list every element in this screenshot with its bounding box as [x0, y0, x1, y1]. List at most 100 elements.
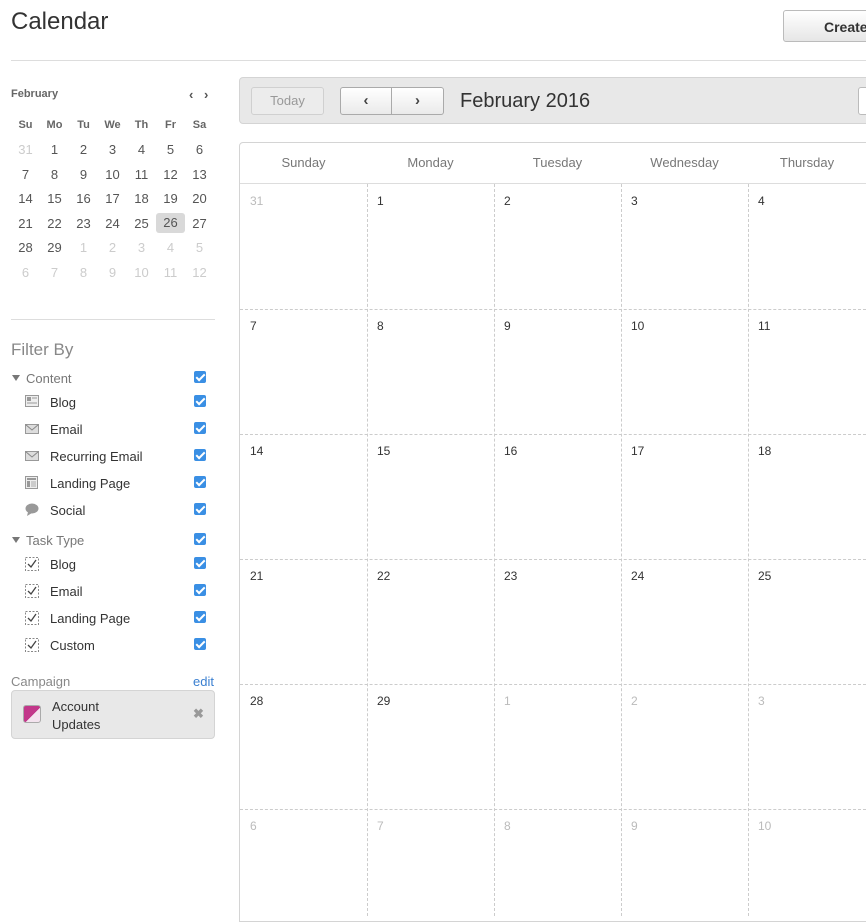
mini-day[interactable]: 2 — [98, 240, 127, 255]
mini-day[interactable]: 27 — [185, 216, 214, 231]
filter-checkbox[interactable] — [194, 476, 206, 488]
mini-day[interactable]: 17 — [98, 191, 127, 206]
mini-day[interactable]: 15 — [40, 191, 69, 206]
day-cell-number[interactable]: 31 — [250, 194, 263, 208]
day-cell-number[interactable]: 6 — [250, 819, 257, 833]
day-cell-number[interactable]: 3 — [631, 194, 638, 208]
mini-day[interactable]: 11 — [156, 265, 185, 280]
day-cell-number[interactable]: 9 — [631, 819, 638, 833]
mini-day[interactable]: 11 — [127, 167, 156, 182]
filter-group-content[interactable]: Content — [11, 369, 215, 389]
mini-day[interactable]: 24 — [98, 216, 127, 231]
mini-day[interactable]: 25 — [127, 216, 156, 231]
mini-day[interactable]: 8 — [40, 167, 69, 182]
next-month-button[interactable]: › — [392, 87, 444, 115]
filter-checkbox[interactable] — [194, 533, 206, 545]
day-cell-number[interactable]: 14 — [250, 444, 263, 458]
mini-day[interactable]: 18 — [127, 191, 156, 206]
filter-checkbox[interactable] — [194, 611, 206, 623]
day-cell-number[interactable]: 2 — [504, 194, 511, 208]
mini-day[interactable]: 7 — [40, 265, 69, 280]
day-cell-number[interactable]: 23 — [504, 569, 517, 583]
filter-item[interactable]: Landing Page — [11, 474, 215, 494]
mini-day[interactable]: 9 — [98, 265, 127, 280]
mini-day[interactable]: 20 — [185, 191, 214, 206]
filter-checkbox[interactable] — [194, 584, 206, 596]
day-cell-number[interactable]: 10 — [631, 319, 644, 333]
day-cell-number[interactable]: 22 — [377, 569, 390, 583]
filter-checkbox[interactable] — [194, 449, 206, 461]
filter-checkbox[interactable] — [194, 638, 206, 650]
mini-day[interactable]: 9 — [69, 167, 98, 182]
mini-day[interactable]: 6 — [11, 265, 40, 280]
filter-checkbox[interactable] — [194, 422, 206, 434]
day-cell-number[interactable]: 8 — [504, 819, 511, 833]
mini-day[interactable]: 1 — [40, 142, 69, 157]
mini-day[interactable]: 3 — [98, 142, 127, 157]
today-button[interactable]: Today — [251, 87, 324, 115]
mini-day[interactable]: 1 — [69, 240, 98, 255]
remove-campaign-icon[interactable]: ✖ — [193, 706, 204, 722]
filter-item[interactable]: Blog — [11, 393, 215, 413]
mini-day[interactable]: 19 — [156, 191, 185, 206]
mini-day[interactable]: 6 — [185, 142, 214, 157]
mini-day[interactable]: 29 — [40, 240, 69, 255]
mini-day[interactable]: 10 — [98, 167, 127, 182]
mini-day[interactable]: 3 — [127, 240, 156, 255]
mini-day[interactable]: 31 — [11, 142, 40, 157]
mini-day[interactable]: 16 — [69, 191, 98, 206]
filter-item[interactable]: Email — [11, 420, 215, 440]
day-cell-number[interactable]: 3 — [758, 694, 765, 708]
day-cell-number[interactable]: 15 — [377, 444, 390, 458]
filter-checkbox[interactable] — [194, 557, 206, 569]
mini-day[interactable]: 4 — [127, 142, 156, 157]
filter-checkbox[interactable] — [194, 395, 206, 407]
mini-day[interactable]: 5 — [156, 142, 185, 157]
mini-day[interactable]: 22 — [40, 216, 69, 231]
mini-day[interactable]: 14 — [11, 191, 40, 206]
create-button[interactable]: Create — [783, 10, 866, 42]
filter-checkbox[interactable] — [194, 503, 206, 515]
view-toggle-button[interactable] — [858, 87, 866, 115]
campaign-edit-link[interactable]: edit — [193, 674, 214, 689]
filter-checkbox[interactable] — [194, 371, 206, 383]
filter-item[interactable]: Custom — [11, 636, 215, 656]
mini-day[interactable]: 12 — [185, 265, 214, 280]
mini-day[interactable]: 8 — [69, 265, 98, 280]
filter-item[interactable]: Blog — [11, 555, 215, 575]
campaign-chip[interactable]: Account Updates ✖ — [11, 690, 215, 739]
mini-day[interactable]: 4 — [156, 240, 185, 255]
day-cell-number[interactable]: 1 — [504, 694, 511, 708]
day-cell-number[interactable]: 16 — [504, 444, 517, 458]
day-cell-number[interactable]: 29 — [377, 694, 390, 708]
mini-day[interactable]: 2 — [69, 142, 98, 157]
mini-day[interactable]: 12 — [156, 167, 185, 182]
mini-prev-icon[interactable]: ‹ — [189, 87, 193, 102]
mini-day[interactable]: 28 — [11, 240, 40, 255]
day-cell-number[interactable]: 24 — [631, 569, 644, 583]
filter-item[interactable]: Recurring Email — [11, 447, 215, 467]
day-cell-number[interactable]: 9 — [504, 319, 511, 333]
filter-item[interactable]: Social — [11, 501, 215, 521]
mini-next-icon[interactable]: › — [204, 87, 208, 102]
day-cell-number[interactable]: 2 — [631, 694, 638, 708]
day-cell-number[interactable]: 7 — [250, 319, 257, 333]
collapse-triangle-icon[interactable] — [12, 375, 20, 381]
mini-day[interactable]: 26 — [156, 213, 185, 234]
day-cell-number[interactable]: 18 — [758, 444, 771, 458]
mini-day[interactable]: 23 — [69, 216, 98, 231]
filter-item[interactable]: Email — [11, 582, 215, 602]
mini-day[interactable]: 7 — [11, 167, 40, 182]
day-cell-number[interactable]: 4 — [758, 194, 765, 208]
day-cell-number[interactable]: 21 — [250, 569, 263, 583]
mini-day[interactable]: 21 — [11, 216, 40, 231]
day-cell-number[interactable]: 11 — [758, 319, 770, 333]
day-cell-number[interactable]: 28 — [250, 694, 263, 708]
collapse-triangle-icon[interactable] — [12, 537, 20, 543]
mini-day[interactable]: 13 — [185, 167, 214, 182]
day-cell-number[interactable]: 8 — [377, 319, 384, 333]
prev-month-button[interactable]: ‹ — [340, 87, 392, 115]
day-cell-number[interactable]: 10 — [758, 819, 771, 833]
day-cell-number[interactable]: 7 — [377, 819, 384, 833]
day-cell-number[interactable]: 25 — [758, 569, 771, 583]
